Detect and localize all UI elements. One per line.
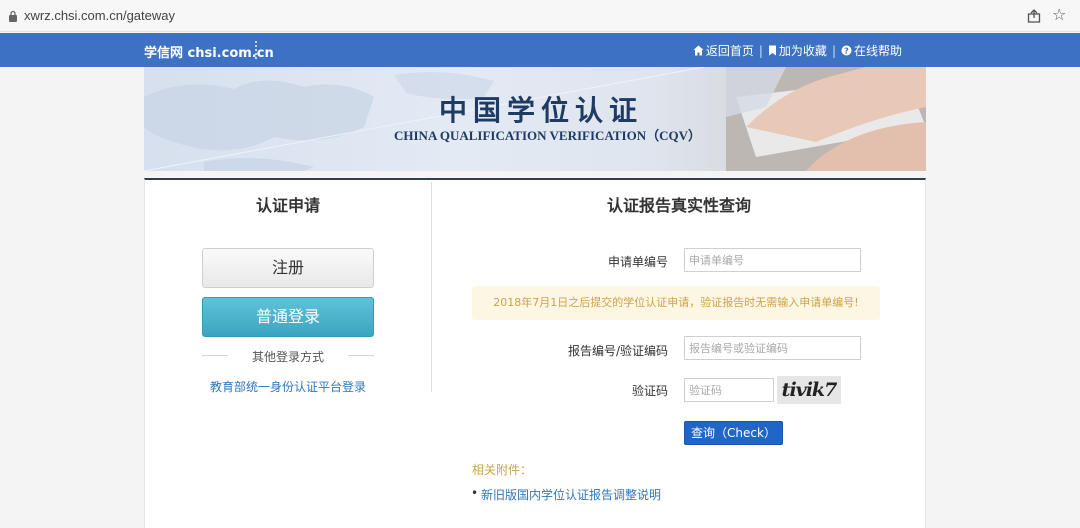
banner-title-cn: 中国学位认证 [439, 94, 644, 127]
report-number-label: 报告编号/验证编码 [567, 344, 668, 358]
share-icon[interactable] [1026, 8, 1042, 24]
url-text[interactable]: xwrz.chsi.com.cn/gateway [24, 8, 175, 23]
captcha-label: 验证码 [631, 384, 668, 398]
help-link[interactable]: ? 在线帮助 [841, 42, 902, 59]
browser-address-bar[interactable]: xwrz.chsi.com.cn/gateway ☆ [0, 0, 1080, 32]
captcha-image[interactable]: tivik7 [777, 376, 841, 404]
check-button[interactable]: 查询（Check） [684, 421, 783, 445]
register-button[interactable]: 注册 [202, 248, 374, 288]
cqv-banner: 中国学位认证 CHINA QUALIFICATION VERIFICATION（… [144, 67, 926, 171]
banner-title-en: CHINA QUALIFICATION VERIFICATION（CQV） [394, 128, 701, 143]
home-link[interactable]: 返回首页 [693, 42, 754, 59]
report-number-input[interactable] [684, 336, 861, 360]
nav-separator: | [758, 43, 763, 58]
content-panel: 认证申请 注册 普通登录 其他登录方式 教育部统一身份认证平台登录 认证报告真实… [144, 178, 926, 528]
lock-icon [9, 10, 17, 22]
nav-separator: | [831, 43, 836, 58]
edu-unified-login-link[interactable]: 教育部统一身份认证平台登录 [145, 378, 431, 395]
home-link-label: 返回首页 [705, 44, 754, 58]
notice-banner: 2018年7月1日之后提交的学位认证申请，验证报告时无需输入申请单编号! [472, 286, 880, 320]
help-link-label: 在线帮助 [853, 44, 902, 58]
verification-section-title: 认证报告真实性查询 [606, 196, 751, 215]
bookmark-icon [768, 45, 776, 56]
bookmark-link[interactable]: 加为收藏 [768, 42, 827, 59]
hands-document-graphic [726, 67, 926, 171]
attachment-link[interactable]: 新旧版国内学位认证报告调整说明 [471, 486, 661, 503]
site-navbar: 学信网 chsi.com.cn 返回首页 | 加为收藏 | ? 在线帮助 [0, 33, 1080, 67]
captcha-input[interactable] [684, 378, 774, 402]
application-number-label: 申请单编号 [607, 255, 668, 269]
star-icon[interactable]: ☆ [1052, 6, 1066, 24]
attachments-title: 相关附件： [472, 463, 533, 477]
other-login-label: 其他登录方式 [202, 348, 374, 365]
help-icon: ? [841, 45, 852, 56]
svg-text:?: ? [844, 46, 849, 55]
application-section-title: 认证申请 [255, 196, 320, 215]
login-button[interactable]: 普通登录 [202, 297, 374, 337]
application-number-input[interactable] [684, 248, 861, 272]
brand-separator [255, 41, 257, 59]
home-icon [693, 45, 704, 56]
bookmark-link-label: 加为收藏 [778, 44, 827, 58]
navbar-links: 返回首页 | 加为收藏 | ? 在线帮助 [693, 42, 902, 59]
